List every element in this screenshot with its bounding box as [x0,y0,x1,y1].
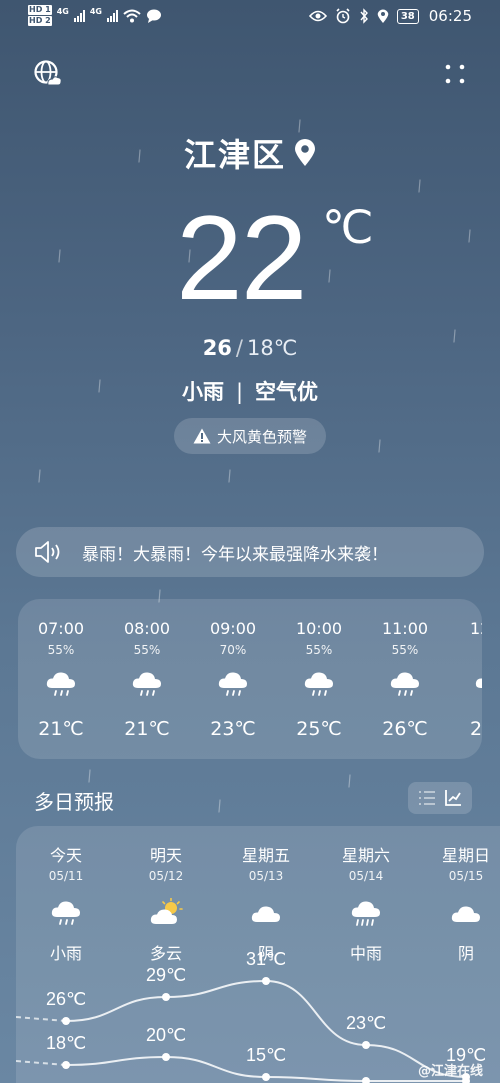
low-temp-line-point [62,1061,70,1069]
condition-divider: | [235,380,244,404]
list-view-icon[interactable] [418,789,436,807]
hour-time: 07:00 [37,619,85,638]
status-bar: HD 1 HD 2 4G 4G 38 06:25 [0,0,500,34]
condition-line: 小雨 | 空气优 [0,376,500,406]
hour-precip: 55% [133,643,161,657]
chart-view-icon[interactable] [444,789,462,807]
hour-precip: 70% [219,643,247,657]
eye-icon [308,10,327,22]
high-temp-line-lead-dash [16,1016,67,1022]
weather-alert-badge[interactable]: 大风黄色预警 [174,418,326,454]
range-separator: / [235,336,243,360]
network-label-1: 4G [56,6,69,16]
high-temp-line-point [262,977,270,985]
temperature-unit: ℃ [322,201,374,253]
globe-cloud-icon[interactable] [34,60,62,88]
view-toggle[interactable] [408,782,472,814]
status-right: 38 06:25 [308,7,472,25]
current-temperature: 22 [176,191,307,325]
hour-temp: 26℃ [382,718,428,740]
message-icon [146,9,161,23]
status-time: 06:25 [428,7,472,25]
signal-icon [73,10,85,22]
signal-icon-2 [106,10,118,22]
weather-condition: 小雨 [181,380,224,404]
high-temp: 26 [202,336,232,360]
speaker-icon [35,541,60,563]
bluetooth-icon [360,8,368,24]
wifi-icon [123,9,141,23]
hd2-label: HD 2 [28,16,52,26]
day-high-temp-label: 26℃ [46,989,87,1009]
warning-icon [193,428,211,444]
more-options-icon[interactable] [440,60,470,90]
map-pin-icon [295,139,315,166]
hour-temp: 23℃ [210,718,256,740]
high-temp-line-point [362,1041,370,1049]
source-watermark: @江津在线 [418,1064,484,1079]
status-left: HD 1 HD 2 4G 4G [28,5,162,27]
hd-indicator: HD 1 HD 2 [28,5,52,27]
high-temp-line-point [62,1017,70,1025]
hour-time: 10:00 [295,619,343,638]
hour-temp: 21℃ [38,718,84,740]
low-temp-line-point [362,1077,370,1083]
day-low-temp-label: 20℃ [146,1025,187,1045]
news-text: 暴雨！大暴雨！今年以来最强降水来袭！ [82,544,388,565]
hour-temp: 25℃ [296,718,342,740]
day-high-temp-label: 31℃ [246,949,287,969]
alert-text: 大风黄色预警 [216,427,307,446]
alarm-icon [336,8,350,24]
rain-cloud-icon [46,672,75,696]
hourly-forecast-panel[interactable]: 07:00 55% 21℃ 08:00 55% 21℃ 09:00 70% 23… [18,599,482,759]
hour-time: 08:00 [123,619,171,638]
hour-precip: 55% [391,643,419,657]
low-temp: 18℃ [247,336,298,360]
rain-cloud-icon [475,678,482,688]
rain-cloud-icon [304,672,333,696]
location-header[interactable]: 江津区 [0,130,500,176]
air-quality[interactable]: 空气优 [255,380,318,404]
city-name: 江津区 [183,136,286,174]
location-icon [377,9,389,23]
hour-temp: 2 [470,718,482,740]
day-high-temp-label: 23℃ [346,1013,387,1033]
news-banner[interactable]: 暴雨！大暴雨！今年以来最强降水来袭！ [16,527,484,577]
day-low-temp-label: 18℃ [46,1033,87,1053]
hour-time: 11:00 [381,619,429,638]
low-temp-line-point [162,1053,170,1061]
high-temp-line-point [162,993,170,1001]
multi-day-title: 多日预报 [34,790,114,814]
daily-forecast-panel[interactable]: 今天 05/11 小雨 明天 05/12 多云 星期五 05/13 阴 星期六 … [16,826,500,1083]
rain-cloud-icon [218,672,247,696]
day-high-temp-label: 29℃ [146,965,187,985]
hour-temp: 21℃ [124,718,170,740]
hour-precip: 55% [47,643,75,657]
low-temp-line-lead-dash [16,1060,67,1066]
rain-cloud-icon [390,672,419,696]
network-label-2: 4G [89,6,102,16]
rain-cloud-icon [132,672,161,696]
hour-precip: 55% [305,643,333,657]
temperature-range: 26/18℃ [0,336,500,360]
day-low-temp-label: 15℃ [246,1045,287,1065]
hd1-label: HD 1 [28,5,52,15]
low-temp-line-point [262,1073,270,1081]
battery-indicator: 38 [396,8,419,24]
hour-time: 12 [470,619,482,638]
hour-time: 09:00 [209,619,257,638]
